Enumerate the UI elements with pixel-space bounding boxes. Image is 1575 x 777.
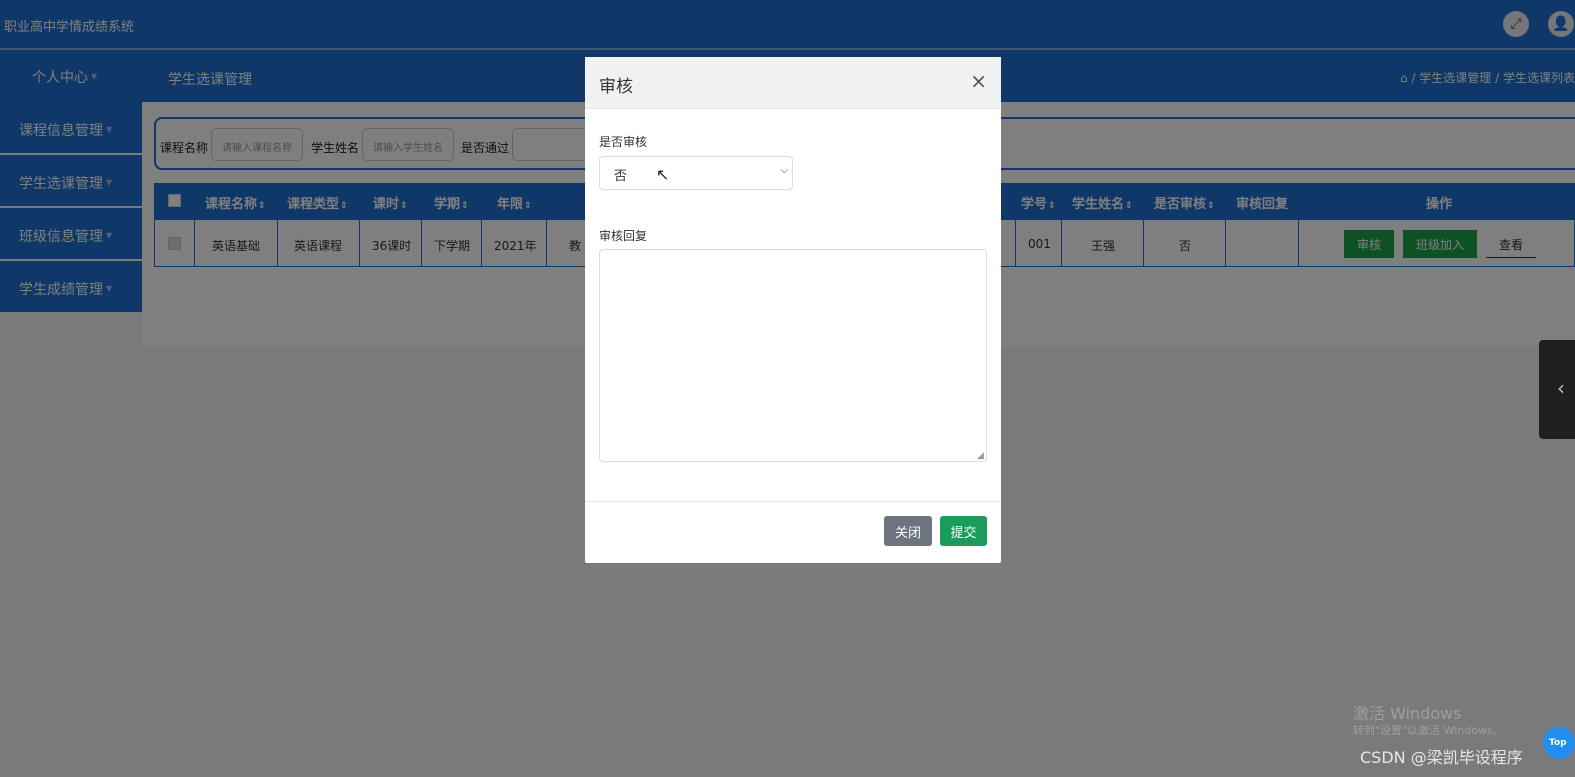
chevron-left-icon[interactable]: ‹ xyxy=(1539,340,1575,439)
back-to-top-button[interactable]: Top xyxy=(1543,727,1575,759)
review-reply-textarea[interactable] xyxy=(599,249,987,462)
activation-watermark-title: 激活 Windows xyxy=(1353,704,1462,723)
modal-header: 审核 × xyxy=(585,57,1001,109)
review-status-value: 否 xyxy=(614,169,628,184)
submit-button[interactable]: 提交 xyxy=(940,516,987,546)
csdn-watermark: CSDN @梁凯毕设程序 xyxy=(1360,748,1523,767)
review-reply-label: 审核回复 xyxy=(599,229,648,243)
review-status-label: 是否审核 xyxy=(599,135,648,149)
divider xyxy=(585,501,1001,502)
mouse-cursor-icon: ↖ xyxy=(656,165,670,184)
activation-watermark-subtitle: 转到"设置"以激活 Windows。 xyxy=(1353,724,1504,737)
close-icon[interactable]: × xyxy=(970,69,987,93)
chevron-down-icon: ⌵ xyxy=(780,165,788,176)
review-modal: 审核 × 是否审核 否 ⌵ ↖ 审核回复 ◢ 关闭 提交 xyxy=(585,57,1001,563)
close-button[interactable]: 关闭 xyxy=(884,516,932,546)
modal-title: 审核 xyxy=(599,77,633,97)
review-status-select[interactable]: 否 ⌵ xyxy=(599,156,793,190)
